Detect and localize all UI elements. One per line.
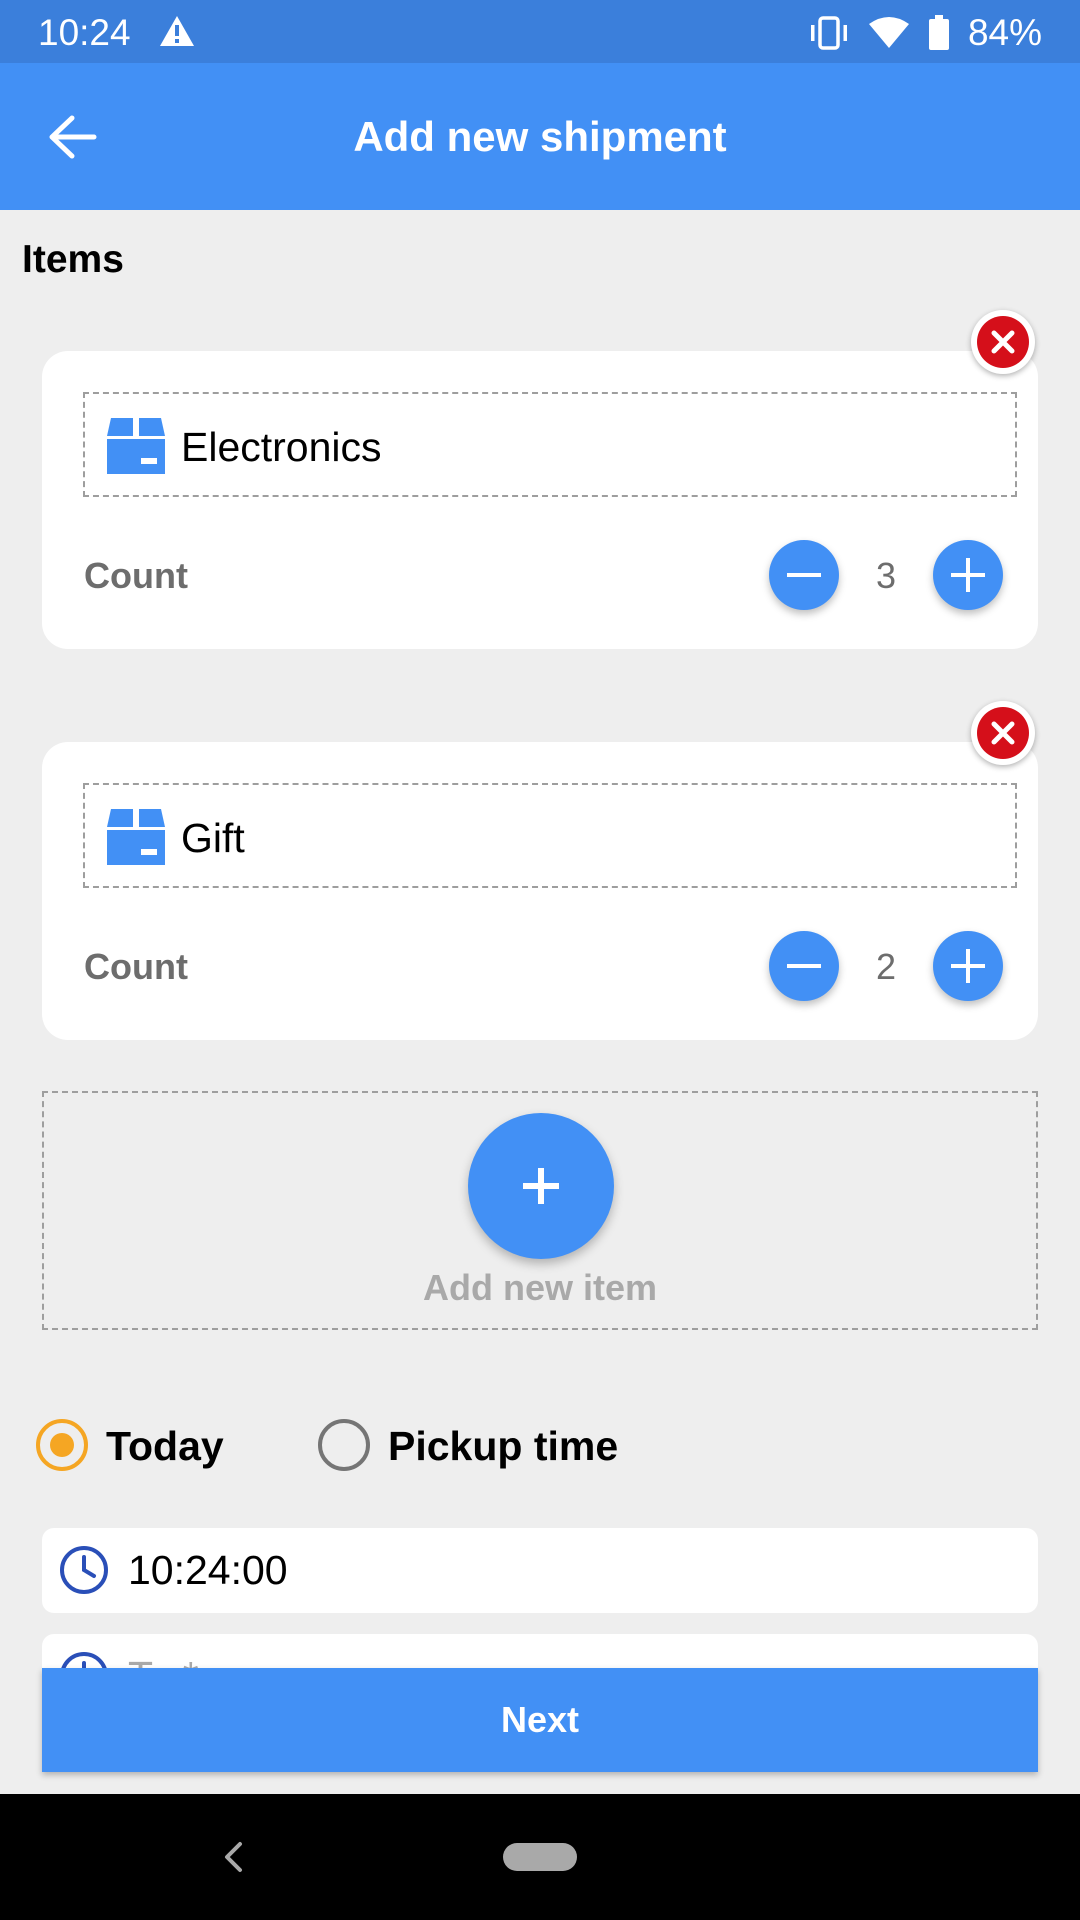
item-name: Electronics [181,424,382,470]
add-item-label: Add new item [422,1267,658,1308]
item-name: Gift [181,815,245,861]
next-button[interactable]: Next [42,1668,1038,1772]
minus-icon [787,964,821,968]
items-section-title: Items [22,238,124,281]
remove-item-button[interactable] [971,701,1035,765]
plus-icon [951,949,985,983]
radio-pickup-time-label: Pickup time [388,1423,619,1469]
decrement-button[interactable] [769,540,839,610]
count-label: Count [84,946,188,987]
close-icon [991,721,1015,745]
count-value: 2 [875,946,897,987]
status-time: 10:24 [38,12,131,53]
decrement-button[interactable] [769,931,839,1001]
remove-item-button[interactable] [971,310,1035,374]
nav-home-pill[interactable] [503,1843,577,1871]
wifi-icon [868,17,909,48]
clock-icon [60,1546,108,1594]
system-nav-bar [0,1794,1080,1920]
minus-icon [787,573,821,577]
app-bar: Add new shipment [0,63,1080,210]
status-bar: 10:24 84% [0,0,1080,63]
increment-button[interactable] [933,540,1003,610]
item-name-field[interactable]: Electronics [83,392,1017,497]
item-name-field[interactable]: Gift [83,783,1017,888]
page-title: Add new shipment [353,113,727,160]
radio-today[interactable] [36,1419,88,1471]
box-icon [107,418,165,474]
count-label: Count [84,555,188,596]
battery-percent: 84% [967,12,1042,53]
increment-button[interactable] [933,931,1003,1001]
count-value: 3 [875,555,897,596]
radio-today-label: Today [106,1423,224,1469]
add-item-area: Add new item [42,1091,1038,1330]
time-value: 10:24:00 [128,1547,288,1593]
plus-icon [523,1168,559,1204]
box-icon [107,809,165,865]
plus-icon [951,558,985,592]
radio-pickup-time[interactable] [318,1419,370,1471]
battery-icon [928,15,949,50]
time-field[interactable]: 10:24:00 [42,1528,1038,1613]
close-icon [991,330,1015,354]
vibrate-icon [810,16,847,50]
item-card: Electronics Count 3 [42,351,1038,649]
add-item-button[interactable] [468,1113,614,1259]
warning-icon [160,16,194,46]
status-icons: 84% [808,12,1042,54]
nav-back-icon[interactable] [218,1838,248,1876]
item-card: Gift Count 2 [42,742,1038,1040]
